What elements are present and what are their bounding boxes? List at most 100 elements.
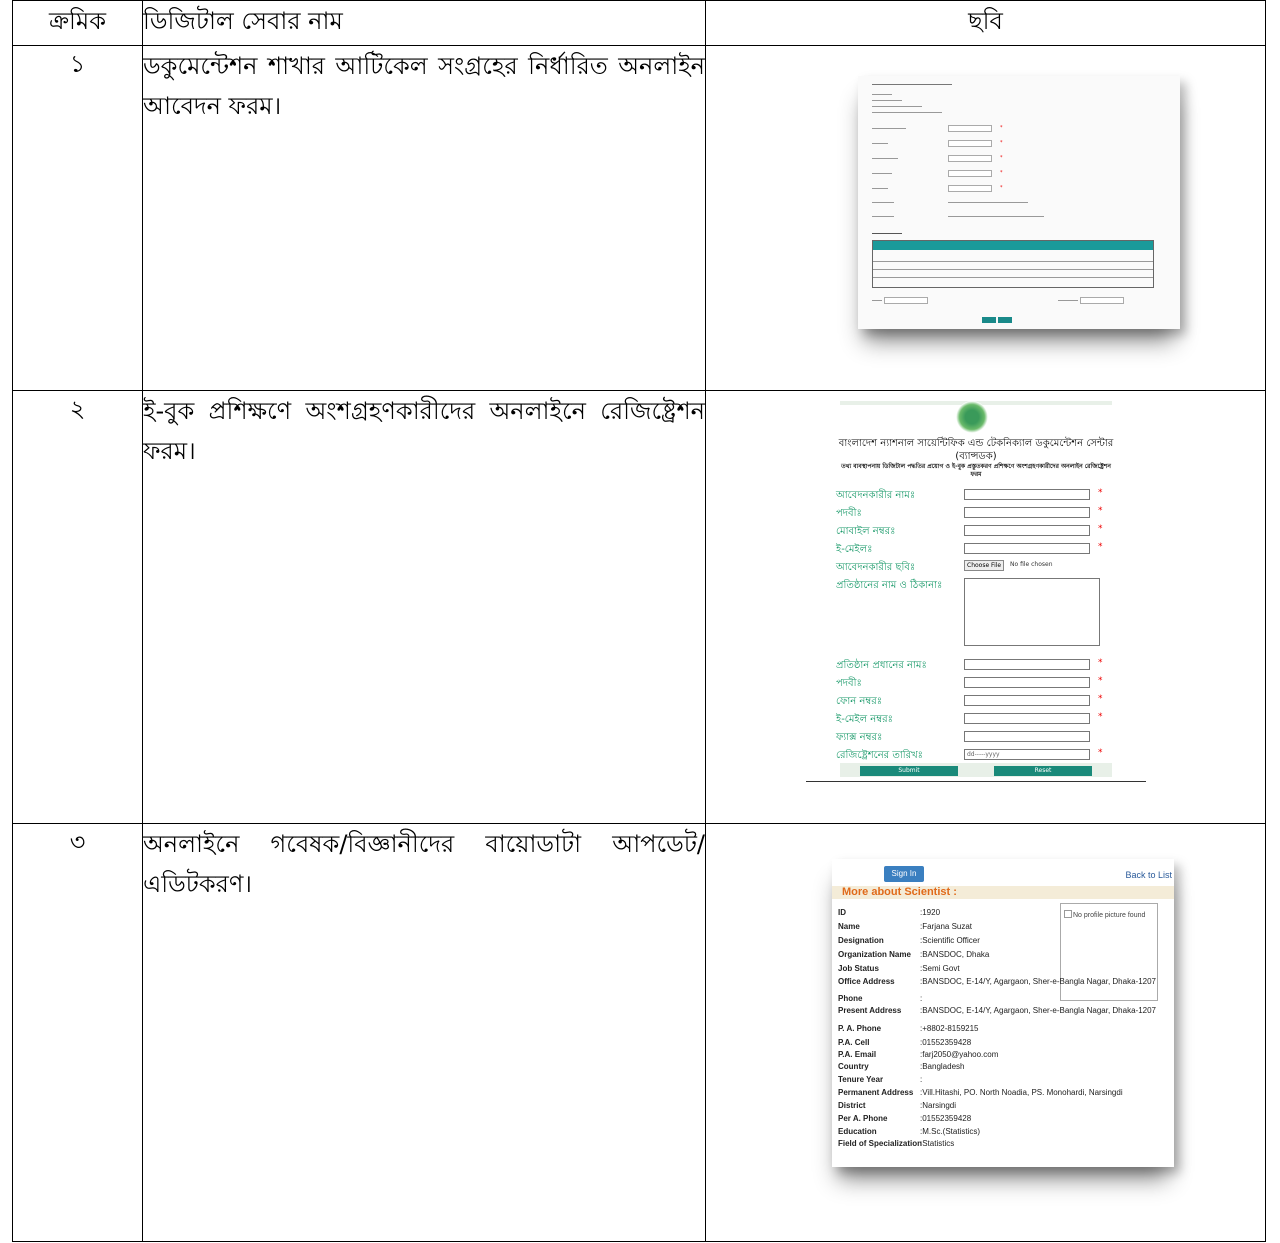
bansdoc-logo — [956, 401, 988, 433]
services-table: ক্রমিক ডিজিটাল সেবার নাম ছবি ১ ডকুমেন্টে… — [12, 0, 1266, 1242]
row-serial: ৩ — [12, 823, 143, 1242]
email-input[interactable] — [964, 543, 1090, 554]
sign-in-button[interactable]: Sign In — [884, 866, 924, 882]
profile-field-value: :farj2050@yahoo.com — [920, 1050, 999, 1059]
mobile-input[interactable] — [964, 525, 1090, 536]
profile-field-value: :+8802-8159215 — [920, 1024, 979, 1033]
profile-field-key: Name — [838, 922, 860, 931]
profile-field-value: :Bangladesh — [920, 1062, 965, 1071]
no-picture-text: No profile picture found — [1073, 912, 1146, 919]
serial-header: ক্রমিক — [12, 0, 143, 46]
choose-file-button[interactable]: Choose File — [964, 560, 1005, 571]
row-service-name: অনলাইনে গবেষক/বিজ্ঞানীদের বায়োডাটা আপডে… — [142, 823, 706, 1242]
profile-field-key: Per A. Phone — [838, 1114, 888, 1123]
profile-field-row: Permanent Address :Vill.Hitashi, PO. Nort… — [838, 1088, 1123, 1097]
profile-field-key: Job Status — [838, 964, 879, 973]
profile-field-row: P.A. Cell :01552359428 — [838, 1038, 971, 1047]
profile-field-value: :Narsingdi — [920, 1101, 957, 1110]
fax-input[interactable] — [964, 731, 1090, 742]
row-image-cell: বাংলাদেশ ন্যাশনাল সায়েন্টিফিক এন্ড টেকন… — [705, 390, 1266, 824]
profile-field-row: Job Status:Semi Govt — [838, 964, 960, 973]
profile-field-value: :Scientific Officer — [920, 936, 980, 945]
scientist-profile-screenshot: Sign In Back to List More about Scientis… — [832, 859, 1174, 1167]
no-file-text: No file chosen — [1010, 561, 1053, 568]
reset-button[interactable]: Reset — [994, 766, 1092, 776]
profile-field-key: Country — [838, 1062, 869, 1071]
submit-button[interactable]: Submit — [860, 766, 958, 776]
profile-field-key: Permanent Address — [838, 1088, 914, 1097]
profile-field-row: Phone: — [838, 994, 922, 1003]
profile-field-row: Designation :Scientific Officer — [838, 936, 980, 945]
profile-field-value: : — [920, 994, 923, 1003]
profile-picture-placeholder: No profile picture found — [1060, 903, 1158, 1001]
profile-field-value: :01552359428 — [920, 1038, 972, 1047]
field-label: ই-মেইলঃ — [836, 544, 873, 555]
image-header: ছবি — [705, 0, 1266, 46]
profile-field-row: Present Address :BANSDOC, E-14/Y, Agargao… — [838, 1006, 1156, 1015]
profile-field-key: ID — [838, 908, 846, 917]
phone-input[interactable] — [964, 695, 1090, 706]
profile-field-key: Designation — [838, 936, 884, 945]
head-name-input[interactable] — [964, 659, 1090, 670]
field-label: আবেদনকারীর নামঃ — [836, 490, 916, 501]
ebook-registration-form-screenshot: বাংলাদেশ ন্যাশনাল সায়েন্টিফিক এন্ড টেকন… — [806, 396, 1146, 782]
head-email-input[interactable] — [964, 713, 1090, 724]
profile-field-key: Education — [838, 1127, 877, 1136]
header-row: ক্রমিক ডিজিটাল সেবার নাম ছবি — [12, 0, 1266, 46]
profile-field-row: Country :Bangladesh — [838, 1062, 964, 1071]
field-label: ফ্যাক্স নম্বরঃ — [836, 732, 883, 743]
row-serial: ২ — [12, 390, 143, 824]
field-label: পদবীঃ — [836, 508, 862, 519]
profile-field-row: Education :M.Sc.(Statistics) — [838, 1127, 980, 1136]
row-serial: ১ — [12, 45, 143, 391]
form1-reset-button[interactable] — [998, 317, 1012, 323]
table-row: ১ ডকুমেন্টেশন শাখার আটিকেল সংগ্রহের নির্… — [12, 45, 1266, 391]
profile-field-value: :1920 — [920, 908, 941, 917]
profile-field-row: Name:Farjana Suzat — [838, 922, 972, 931]
profile-field-row: Organization Name :BANSDOC, Dhaka — [838, 950, 989, 959]
profile-field-row: District :Narsingdi — [838, 1101, 956, 1110]
applicant-name-input[interactable] — [964, 489, 1090, 500]
profile-field-key: Office Address — [838, 977, 895, 986]
form1-submit-button[interactable] — [982, 317, 996, 323]
profile-field-row: Office Address :BANSDOC, E-14/Y, Agargaon… — [838, 977, 1156, 986]
profile-field-row: Field of Specialization:Statistics — [838, 1139, 954, 1148]
profile-field-key: Organization Name — [838, 950, 911, 959]
profile-field-key: P.A. Email — [838, 1050, 877, 1059]
designation-input[interactable] — [964, 507, 1090, 518]
profile-field-key: District — [838, 1101, 866, 1110]
row-image-cell: Sign In Back to List More about Scientis… — [705, 823, 1266, 1242]
profile-field-row: P. A. Phone :+8802-8159215 — [838, 1024, 979, 1033]
field-label: প্রতিষ্ঠান প্রধানের নামঃ — [836, 660, 927, 671]
profile-field-value: :Statistics — [920, 1139, 955, 1148]
profile-field-key: Tenure Year — [838, 1075, 884, 1084]
back-to-list-link[interactable]: Back to List — [1125, 870, 1172, 880]
head-designation-input[interactable] — [964, 677, 1090, 688]
field-label: ফোন নম্বরঃ — [836, 696, 883, 707]
profile-field-value: : — [920, 1075, 923, 1084]
profile-field-row: P.A. Email :farj2050@yahoo.com — [838, 1050, 998, 1059]
profile-field-row: Tenure Year: — [838, 1075, 922, 1084]
row-service-name: ই-বুক প্রশিক্ষণে অংশগ্রহণকারীদের অনলাইনে… — [142, 390, 706, 824]
field-label: প্রতিষ্ঠানের নাম ও ঠিকানাঃ — [836, 580, 943, 591]
field-label: আবেদনকারীর ছবিঃ — [836, 562, 916, 573]
profile-field-value: :BANSDOC, E-14/Y, Agargaon, Sher-e-Bangl… — [920, 1006, 1156, 1015]
profile-field-key: Phone — [838, 994, 863, 1003]
profile-field-value: :M.Sc.(Statistics) — [920, 1127, 981, 1136]
table-row: ৩ অনলাইনে গবেষক/বিজ্ঞানীদের বায়োডাটা আপ… — [12, 823, 1266, 1242]
profile-field-row: ID :1920 — [838, 908, 940, 917]
org-address-textarea[interactable] — [964, 578, 1100, 646]
profile-field-value: :BANSDOC, Dhaka — [920, 950, 990, 959]
broken-image-icon — [1064, 909, 1072, 918]
profile-field-key: Present Address — [838, 1006, 902, 1015]
profile-field-row: Per A. Phone:01552359428 — [838, 1114, 971, 1123]
profile-field-value: :Vill.Hitashi, PO. North Noadia, PS. Mon… — [920, 1088, 1123, 1097]
profile-field-key: P. A. Phone — [838, 1024, 882, 1033]
row-image-cell: * * * * * — [705, 45, 1266, 391]
profile-field-key: P.A. Cell — [838, 1038, 870, 1047]
row-service-name: ডকুমেন্টেশন শাখার আটিকেল সংগ্রহের নির্ধা… — [142, 45, 706, 391]
registration-date-input[interactable]: dd-----yyyy — [964, 749, 1090, 760]
article-info-table — [872, 240, 1154, 288]
profile-field-value: :BANSDOC, E-14/Y, Agargaon, Sher-e-Bangl… — [920, 977, 1156, 986]
form-subtitle: তথ্য ব্যবস্থাপনায় ডিজিটাল পদ্ধতির প্রয়… — [841, 463, 1111, 478]
